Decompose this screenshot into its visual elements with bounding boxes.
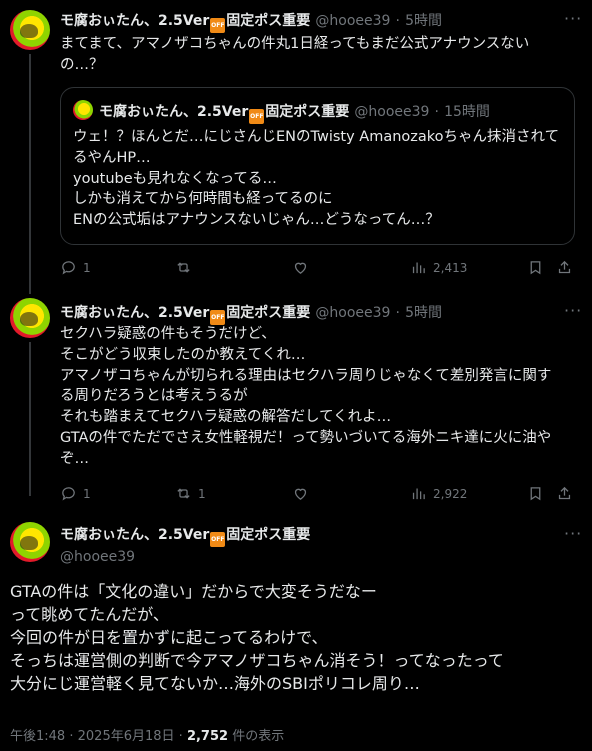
tweet-line: そこがどう収束したのか教えてくれ… <box>60 346 306 363</box>
quote-handle: @hooee39 <box>354 104 430 120</box>
avatar[interactable] <box>10 298 50 338</box>
handle[interactable]: @hooee39 <box>315 305 390 321</box>
off-badge-icon: OFF <box>249 109 265 124</box>
separator: · <box>178 729 183 744</box>
share-button[interactable] <box>556 485 573 502</box>
quote-avatar <box>73 100 93 120</box>
tweet-line: それも踏まえてセクハラ疑惑の解答だしてくれよ… <box>60 409 392 426</box>
tweet-text: セクハラ疑惑の件もそうだけど、 そこがどう収束したのか教えてくれ… アマノザコち… <box>60 324 551 470</box>
views-button[interactable]: 2,413 <box>410 259 467 276</box>
main-tweet-author: モ腐おぃたん、2.5Ver OFF 固定ポス重要 @hooee39 <box>60 524 310 565</box>
like-button[interactable] <box>292 485 309 502</box>
quote-line: ウェ！？ほんとだ…にじさんじENのTwisty Amanozakoちゃん抹消され… <box>73 129 560 145</box>
reply-count: 1 <box>83 486 91 501</box>
quote-line: るやんHP… <box>73 149 151 166</box>
tweet-line: GTAの件は「文化の違い」だからで大変そうだなー <box>10 582 377 601</box>
tweet-line: セクハラ疑惑の件もそうだけど、 <box>60 326 276 342</box>
share-icon <box>558 486 571 500</box>
more-options-icon[interactable]: ··· <box>564 9 582 28</box>
tweet-line: そっちは運営側の判断で今アマノザコちゃん消そう！ってなったって <box>10 651 504 670</box>
avatar[interactable] <box>10 522 50 562</box>
quote-header: モ腐おぃたん、2.5Ver OFF 固定ポス重要 @hooee39 · 15時間 <box>99 101 490 124</box>
reply-icon <box>62 487 75 501</box>
heart-icon <box>294 488 307 500</box>
retweet-button[interactable]: 1 <box>175 485 206 502</box>
quote-text: ウェ！？ほんとだ…にじさんじENのTwisty Amanozakoちゃん抹消され… <box>73 127 559 231</box>
tweet-line: GTAの件でただでさえ女性軽視だ！って勢いづいてる海外ニキ達に火に油や <box>60 429 552 446</box>
thread-line <box>29 54 31 294</box>
retweet-icon <box>177 488 190 499</box>
retweet-count: 1 <box>198 486 206 501</box>
display-name-suffix[interactable]: 固定ポス重要 <box>226 527 310 543</box>
views-count: 2,413 <box>433 260 468 275</box>
bookmark-icon <box>530 261 541 275</box>
quote-line: ENの公式垢はアナウンスないじゃん…どうなってん…？ <box>73 212 440 229</box>
post-date[interactable]: 2025年6月18日 <box>78 729 175 744</box>
handle[interactable]: @hooee39 <box>315 13 390 29</box>
tweet-line: る周りだろうとは考えうるが <box>60 388 248 405</box>
tweet-line: って眺めてたんだが、 <box>10 605 169 624</box>
quote-line: youtubeも見れなくなってる… <box>73 170 277 187</box>
tweet-header: モ腐おぃたん、2.5Ver OFF 固定ポス重要 @hooee39 · 5時間 <box>60 10 442 33</box>
display-name[interactable]: モ腐おぃたん、2.5Ver <box>60 13 209 29</box>
reply-button[interactable]: 1 <box>60 485 91 502</box>
bookmark-icon <box>530 487 541 501</box>
quote-display-name: モ腐おぃたん、2.5Ver <box>99 104 249 120</box>
off-badge-icon: OFF <box>210 18 226 33</box>
handle[interactable]: @hooee39 <box>60 549 310 565</box>
views-count: 2,922 <box>433 486 468 501</box>
quote-timestamp: 15時間 <box>444 104 490 120</box>
bookmark-button[interactable] <box>527 259 544 276</box>
tweet-line: 大分にじ運営軽く見てないか…海外のSBIポリコレ周り… <box>10 674 420 693</box>
retweet-icon <box>177 262 190 273</box>
timestamp[interactable]: 5時間 <box>405 13 442 29</box>
bookmark-button[interactable] <box>527 485 544 502</box>
tweet-line: まてまて、アマノザコちゃんの件丸1日経ってもまだ公式アナウンスない <box>60 36 530 52</box>
reply-count: 1 <box>83 260 91 275</box>
more-options-icon[interactable]: ··· <box>564 524 582 543</box>
share-button[interactable] <box>556 259 573 276</box>
tweet-actions: 1 1 2,922 <box>60 485 580 505</box>
separator: · <box>434 104 439 120</box>
post-time[interactable]: 午後1:48 <box>10 729 65 744</box>
tweet-actions: 1 2,413 <box>60 259 580 279</box>
tweet-meta: 午後1:48 · 2025年6月18日 · 2,752 件の表示 <box>10 725 284 744</box>
tweet-line: アマノザコちゃんが切られる理由はセクハラ周りじゃなくて差別発言に関す <box>60 367 552 384</box>
views-button[interactable]: 2,922 <box>410 485 467 502</box>
display-name-suffix[interactable]: 固定ポス重要 <box>226 305 310 321</box>
quoted-tweet[interactable]: モ腐おぃたん、2.5Ver OFF 固定ポス重要 @hooee39 · 15時間 ウ… <box>60 87 575 245</box>
thread-line <box>29 342 31 496</box>
views-label: 件の表示 <box>232 729 285 744</box>
display-name-suffix[interactable]: 固定ポス重要 <box>226 13 310 29</box>
avatar[interactable] <box>10 10 50 50</box>
quote-display-name-suffix: 固定ポス重要 <box>265 104 350 120</box>
retweet-button[interactable] <box>175 259 198 276</box>
tweet-line: 今回の件が日を置かずに起こってるわけで、 <box>10 628 328 647</box>
analytics-icon <box>412 488 425 500</box>
reply-button[interactable]: 1 <box>60 259 91 276</box>
tweet-header: モ腐おぃたん、2.5Ver OFF 固定ポス重要 @hooee39 · 5時間 <box>60 302 442 325</box>
main-tweet-text: GTAの件は「文化の違い」だからで大変そうだなー って眺めてたんだが、 今回の件… <box>10 580 504 695</box>
off-badge-icon: OFF <box>210 532 226 547</box>
like-button[interactable] <box>292 259 309 276</box>
display-name[interactable]: モ腐おぃたん、2.5Ver <box>60 527 209 543</box>
off-badge-icon: OFF <box>210 310 226 325</box>
separator: · <box>395 305 400 321</box>
tweet-text: まてまて、アマノザコちゃんの件丸1日経ってもまだ公式アナウンスない の…？ <box>60 34 529 76</box>
views-count: 2,752 <box>186 729 229 744</box>
separator: · <box>69 729 74 744</box>
quote-line: しかも消えてから何時間も経ってるのに <box>73 191 333 208</box>
tweet-line: ぞ… <box>60 450 89 467</box>
heart-icon <box>294 262 307 274</box>
separator: · <box>395 13 400 29</box>
tweet-line: の…？ <box>60 56 104 73</box>
share-icon <box>558 260 571 274</box>
timestamp[interactable]: 5時間 <box>405 305 442 321</box>
reply-icon <box>62 261 75 275</box>
more-options-icon[interactable]: ··· <box>564 301 582 320</box>
analytics-icon <box>412 262 425 274</box>
display-name[interactable]: モ腐おぃたん、2.5Ver <box>60 305 209 321</box>
